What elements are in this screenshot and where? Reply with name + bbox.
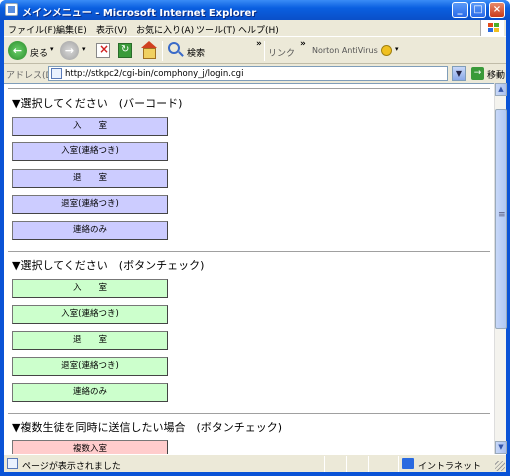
- menu-tools[interactable]: ツール(T): [196, 23, 236, 36]
- go-arrow-icon[interactable]: →: [471, 67, 484, 80]
- norton-icon[interactable]: [381, 45, 392, 56]
- menu-edit[interactable]: 編集(E): [56, 23, 87, 36]
- check-enter-button[interactable]: 入 室: [12, 279, 168, 298]
- toolbar-separator: [264, 41, 265, 61]
- check-enter-with-note-button[interactable]: 入室(連絡つき): [12, 305, 168, 324]
- section-heading-multiple: ▼複数生徒を同時に送信したい場合 (ボタンチェック): [12, 421, 283, 434]
- menu-favorites[interactable]: お気に入り(A): [136, 23, 194, 36]
- status-divider: [398, 456, 399, 472]
- back-arrow-icon[interactable]: ←: [8, 41, 27, 60]
- vertical-scrollbar[interactable]: ▲ ▼: [494, 83, 507, 454]
- barcode-note-only-button[interactable]: 連絡のみ: [12, 221, 168, 240]
- menu-view[interactable]: 表示(V): [96, 23, 127, 36]
- page-content: ▼選択してください (バーコード) 入 室 入室(連絡つき) 退 室 退室(連絡…: [4, 83, 494, 454]
- status-text: ページが表示されました: [22, 462, 121, 472]
- forward-arrow-icon[interactable]: →: [60, 41, 79, 60]
- toolbar-overflow-icon[interactable]: »: [256, 39, 262, 49]
- ie-page-icon: [5, 3, 18, 16]
- barcode-enter-with-note-button[interactable]: 入室(連絡つき): [12, 142, 168, 161]
- check-exit-with-note-button[interactable]: 退室(連絡つき): [12, 357, 168, 376]
- barcode-exit-with-note-button[interactable]: 退室(連絡つき): [12, 195, 168, 214]
- norton-label[interactable]: Norton AntiVirus: [312, 46, 378, 55]
- back-dropdown-icon[interactable]: ▾: [50, 45, 54, 53]
- security-zone-label: イントラネット: [418, 462, 482, 472]
- intranet-zone-icon: [402, 458, 414, 469]
- links-label[interactable]: リンク: [268, 46, 295, 59]
- close-button[interactable]: ×: [489, 2, 505, 18]
- standard-toolbar: ← 戻る ▾ → ▾ 検索 » リンク » Norton AntiVirus ▾: [4, 36, 506, 64]
- address-bar: アドレス(D) http://stkpc2/cgi-bin/comphony_j…: [4, 64, 506, 83]
- scroll-down-icon[interactable]: ▼: [495, 441, 507, 454]
- status-bar: ページが表示されました イントラネット: [4, 454, 506, 472]
- address-dropdown-icon[interactable]: ▼: [452, 66, 466, 81]
- browser-window: メインメニュー - Microsoft Internet Explorer _ …: [0, 0, 510, 476]
- search-icon[interactable]: [168, 42, 180, 54]
- divider: [8, 413, 490, 415]
- address-url[interactable]: http://stkpc2/cgi-bin/comphony_j/login.c…: [65, 69, 243, 79]
- window-title: メインメニュー - Microsoft Internet Explorer: [22, 8, 257, 19]
- search-button-label[interactable]: 検索: [187, 46, 205, 59]
- menu-help[interactable]: ヘルプ(H): [238, 23, 279, 36]
- section-heading-button-check: ▼選択してください (ボタンチェック): [12, 259, 205, 272]
- windows-logo-icon: [480, 20, 504, 36]
- check-note-only-button[interactable]: 連絡のみ: [12, 383, 168, 402]
- toolbar-separator: [162, 41, 163, 61]
- title-bar[interactable]: メインメニュー - Microsoft Internet Explorer _ …: [0, 0, 510, 20]
- menu-file[interactable]: ファイル(F): [8, 23, 56, 36]
- barcode-enter-button[interactable]: 入 室: [12, 117, 168, 136]
- check-exit-button[interactable]: 退 室: [12, 331, 168, 350]
- maximize-button[interactable]: □: [470, 2, 486, 18]
- divider: [8, 88, 490, 90]
- barcode-exit-button[interactable]: 退 室: [12, 169, 168, 188]
- go-button-label[interactable]: 移動: [487, 68, 505, 81]
- refresh-icon[interactable]: [118, 43, 132, 58]
- status-divider: [368, 456, 369, 472]
- minimize-button[interactable]: _: [452, 2, 468, 18]
- address-input[interactable]: http://stkpc2/cgi-bin/comphony_j/login.c…: [48, 66, 448, 81]
- links-overflow-icon[interactable]: »: [300, 39, 306, 49]
- stop-icon[interactable]: [96, 42, 110, 58]
- status-divider: [346, 456, 347, 472]
- page-done-icon: [7, 458, 18, 469]
- home-icon[interactable]: [140, 41, 157, 59]
- divider: [8, 251, 490, 253]
- forward-dropdown-icon[interactable]: ▾: [82, 45, 86, 53]
- resize-grip[interactable]: [495, 461, 505, 471]
- back-button-label[interactable]: 戻る: [30, 46, 48, 59]
- multi-enter-button[interactable]: 複数入室: [12, 440, 168, 454]
- scroll-up-icon[interactable]: ▲: [495, 83, 507, 96]
- section-heading-barcode: ▼選択してください (バーコード): [12, 97, 183, 110]
- scroll-thumb[interactable]: [495, 109, 507, 329]
- page-icon: [51, 68, 62, 79]
- menu-bar: ファイル(F) 編集(E) 表示(V) お気に入り(A) ツール(T) ヘルプ(…: [4, 20, 506, 36]
- norton-dropdown-icon[interactable]: ▾: [395, 45, 399, 53]
- status-divider: [324, 456, 325, 472]
